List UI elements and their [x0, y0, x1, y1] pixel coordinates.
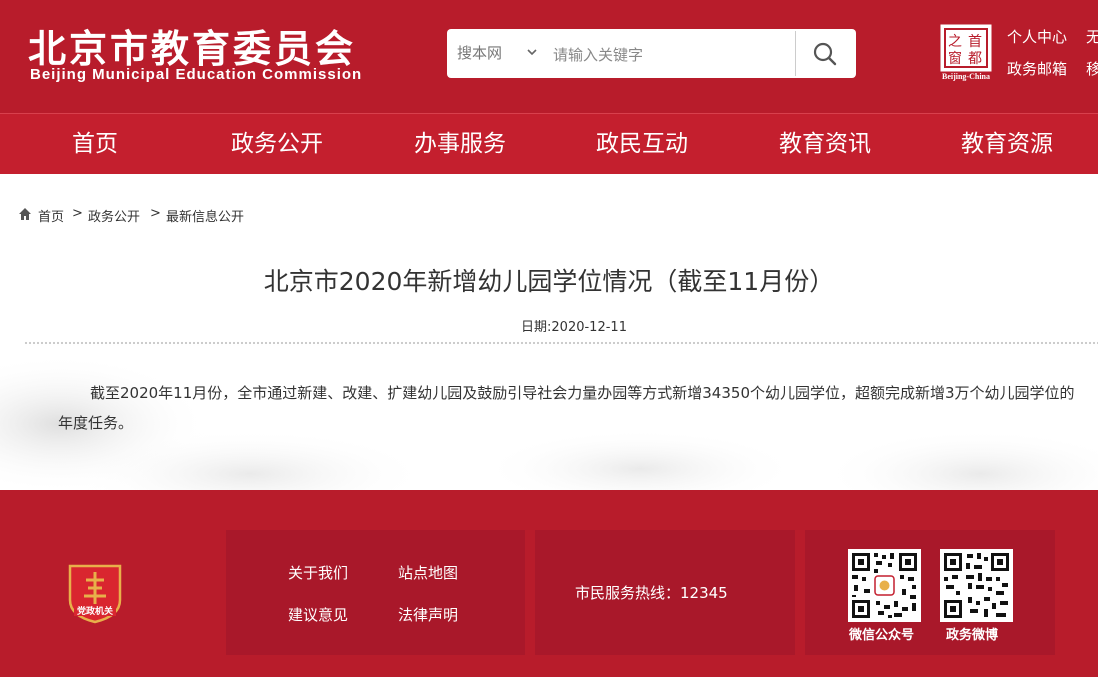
nav-home[interactable]: 首页 — [20, 114, 170, 174]
search-box: 搜本网 — [447, 29, 856, 78]
about-us-link[interactable]: 关于我们 — [288, 562, 348, 583]
site-logo-subtitle: Beijing Municipal Education Commission — [30, 66, 363, 83]
search-icon — [813, 42, 837, 66]
article-body: 截至2020年11月份，全市通过新建、改建、扩建幼儿园及鼓励引导社会力量办园等方… — [58, 378, 1088, 438]
personal-center-link[interactable]: 个人中心 — [1007, 26, 1067, 47]
breadcrumb-home[interactable]: 首页 — [38, 206, 64, 225]
breadcrumb-separator: > — [72, 206, 83, 221]
wechat-qr-caption: 微信公众号 — [849, 628, 915, 643]
sitemap-link[interactable]: 站点地图 — [398, 562, 458, 583]
footer-links-box: 关于我们 站点地图 建议意见 法律声明 — [226, 530, 525, 655]
site-logo-title[interactable]: 北京市教育委员会 — [28, 18, 356, 73]
search-scope-dropdown[interactable]: 搜本网 — [457, 29, 537, 78]
main-nav: 首页 政务公开 办事服务 政民互动 教育资讯 教育资源 — [0, 113, 1098, 174]
article-date: 日期:2020-12-11 — [521, 320, 627, 335]
accessibility-link[interactable]: 无 — [1086, 26, 1098, 47]
nav-education-news[interactable]: 教育资讯 — [750, 114, 900, 174]
nav-services[interactable]: 办事服务 — [385, 114, 535, 174]
legal-notice-link[interactable]: 法律声明 — [398, 604, 458, 625]
weibo-qr-caption: 政务微博 — [946, 628, 999, 643]
nav-interaction[interactable]: 政民互动 — [567, 114, 717, 174]
seal-char-1: 首 — [968, 34, 982, 50]
suggestions-link[interactable]: 建议意见 — [288, 604, 348, 625]
search-divider — [795, 31, 796, 76]
nav-education-resources[interactable]: 教育资源 — [932, 114, 1082, 174]
search-scope-label: 搜本网 — [457, 44, 503, 62]
party-government-badge-icon[interactable]: 党政机关 — [66, 560, 124, 624]
seal-caption: Beijing-China — [941, 72, 990, 81]
article-title: 北京市2020年新增幼儿园学位情况（截至11月份） — [263, 267, 835, 296]
nav-gov-affairs[interactable]: 政务公开 — [202, 114, 352, 174]
search-input[interactable] — [551, 39, 790, 70]
site-header: 北京市教育委员会 Beijing Municipal Education Com… — [0, 0, 1098, 113]
seal-char-4: 窗 — [948, 50, 962, 67]
breadcrumb-latest-info[interactable]: 最新信息公开 — [166, 206, 244, 225]
footer-qr-box — [805, 530, 1055, 655]
search-button[interactable] — [807, 39, 843, 69]
badge-text: 党政机关 — [77, 605, 113, 617]
chevron-down-icon — [527, 49, 537, 56]
seal-char-3: 之 — [948, 34, 962, 50]
home-icon[interactable] — [18, 207, 32, 221]
citizen-hotline: 市民服务热线：12345 — [575, 584, 728, 602]
gov-mail-link[interactable]: 政务邮箱 — [1007, 58, 1067, 79]
article-paragraph: 截至2020年11月份，全市通过新建、改建、扩建幼儿园及鼓励引导社会力量办园等方… — [58, 384, 1075, 432]
dotted-divider — [24, 341, 1098, 346]
weibo-qr-code-icon — [940, 549, 1013, 622]
seal-char-2: 都 — [968, 51, 982, 67]
breadcrumb-gov-affairs[interactable]: 政务公开 — [88, 206, 140, 225]
mobile-link[interactable]: 移 — [1086, 58, 1098, 79]
wechat-qr-code-icon — [848, 549, 921, 622]
breadcrumb-separator: > — [150, 206, 161, 221]
